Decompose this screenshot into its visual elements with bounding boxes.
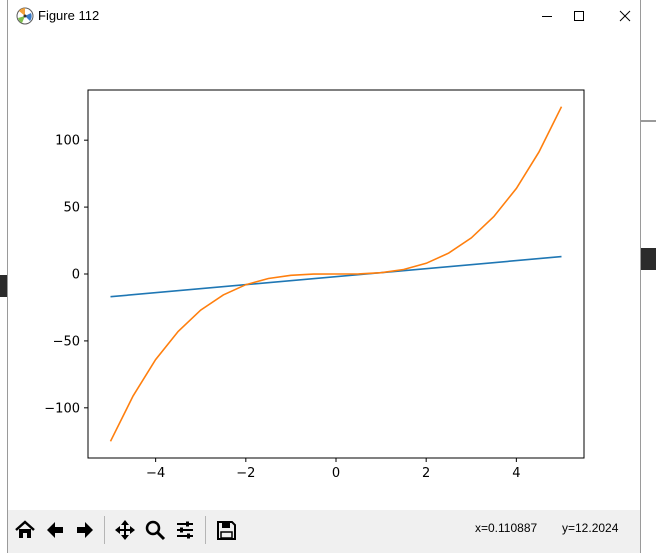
x-tick-label: −2 xyxy=(236,466,255,481)
figure-window: Figure 112 −4 −2 0 2 4 −100 −50 0 50 100 xyxy=(8,0,640,553)
x-tick-label: 4 xyxy=(512,466,520,481)
background-gray-line xyxy=(640,120,656,122)
y-coordinate-readout: y=12.2024 xyxy=(562,521,619,535)
title-bar[interactable]: Figure 112 xyxy=(8,0,640,32)
maximize-icon xyxy=(574,11,584,21)
y-tick-label: −100 xyxy=(44,401,80,416)
background-dark-strip-left xyxy=(0,275,8,297)
close-button[interactable] xyxy=(602,0,648,32)
background-dark-strip-right xyxy=(640,248,656,270)
back-icon xyxy=(47,522,63,538)
x-tick-label: 0 xyxy=(332,466,340,481)
forward-button[interactable] xyxy=(71,516,99,544)
save-button[interactable] xyxy=(212,516,240,544)
toolbar-separator xyxy=(205,516,206,544)
configure-subplots-icon xyxy=(177,521,193,539)
y-tick-label: 0 xyxy=(72,268,80,283)
figure-canvas[interactable]: −4 −2 0 2 4 −100 −50 0 50 100 xyxy=(8,32,640,510)
background-window-right xyxy=(640,0,656,553)
zoom-icon xyxy=(145,520,166,541)
pan-button[interactable] xyxy=(111,516,139,544)
x-tick-label: −4 xyxy=(146,466,165,481)
home-icon xyxy=(15,520,35,538)
configure-subplots-button[interactable] xyxy=(171,516,199,544)
zoom-button[interactable] xyxy=(141,516,169,544)
window-title: Figure 112 xyxy=(38,8,100,23)
pan-icon xyxy=(115,520,135,540)
maximize-button[interactable] xyxy=(556,0,602,32)
home-button[interactable] xyxy=(11,516,39,544)
save-icon xyxy=(217,521,236,540)
y-tick-label: 50 xyxy=(63,201,80,216)
y-tick-label: −50 xyxy=(53,334,80,349)
navigation-toolbar: x=0.110887 y=12.2024 xyxy=(8,510,640,553)
matplotlib-app-icon xyxy=(16,7,34,25)
y-tick-label: 100 xyxy=(55,134,80,149)
x-coordinate-readout: x=0.110887 xyxy=(475,521,538,535)
x-tick-label: 2 xyxy=(422,466,430,481)
toolbar-separator xyxy=(104,516,105,544)
minimize-icon xyxy=(542,16,552,17)
back-button[interactable] xyxy=(41,516,69,544)
close-icon xyxy=(619,10,631,22)
line-chart[interactable]: −4 −2 0 2 4 −100 −50 0 50 100 xyxy=(8,32,640,510)
forward-icon xyxy=(77,522,93,538)
